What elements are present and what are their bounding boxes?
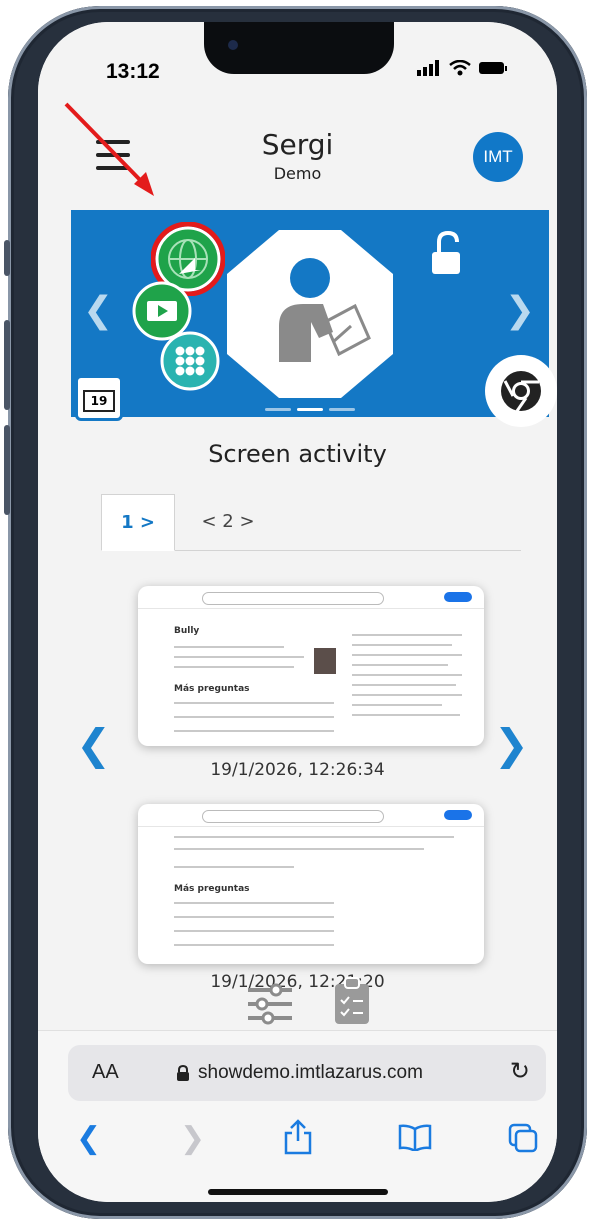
banner-carousel: ❮ ❯ 19 <box>71 210 557 427</box>
avatar[interactable]: IMT <box>473 132 523 182</box>
sliders-icon[interactable] <box>246 982 294 1026</box>
battery-icon <box>479 62 507 74</box>
page-content: Sergi Demo IMT ❮ ❯ 19 Screen activity 1 … <box>38 100 557 1030</box>
reader-text-size-button[interactable]: AA <box>92 1061 119 1084</box>
browser-toolbar: ❮ ❯ <box>38 1119 557 1161</box>
forward-icon[interactable]: ❯ <box>180 1121 205 1156</box>
user-writing-icon <box>227 230 393 398</box>
safari-bottom-bar: AA showdemo.imtlazarus.com ↻ ❮ ❯ <box>38 1030 557 1202</box>
volume-up-button <box>4 320 10 410</box>
screenshot-timestamp: 19/1/2026, 12:26:34 <box>210 760 385 780</box>
section-title: Screen activity <box>208 440 387 468</box>
carousel-indicators <box>71 408 549 411</box>
signal-icon <box>417 60 439 76</box>
tab-page-2[interactable]: < 2 > <box>193 494 263 549</box>
chrome-icon[interactable] <box>485 355 557 427</box>
reload-icon[interactable]: ↻ <box>510 1057 530 1085</box>
carousel-dot-active[interactable] <box>297 408 323 411</box>
tabs-icon[interactable] <box>508 1123 538 1153</box>
screenshot-thumbnail[interactable]: Más preguntas <box>138 804 484 964</box>
bookmarks-icon[interactable] <box>398 1123 432 1151</box>
home-indicator <box>208 1189 388 1195</box>
screenshot-section: Más preguntas <box>174 684 250 694</box>
status-icons <box>417 60 509 76</box>
tab-page-1[interactable]: 1 > <box>101 494 175 551</box>
lock-icon <box>177 1065 189 1081</box>
url-text: showdemo.imtlazarus.com <box>198 1062 423 1083</box>
screenshot-thumbnail[interactable]: Bully Más preguntas <box>138 586 484 746</box>
address-bar[interactable]: AA showdemo.imtlazarus.com ↻ <box>68 1045 546 1101</box>
lock-open-icon <box>432 230 460 274</box>
back-icon[interactable]: ❮ <box>76 1121 101 1156</box>
carousel-next-icon[interactable]: ❯ <box>505 290 535 331</box>
volume-down-button <box>4 425 10 515</box>
camera <box>228 40 238 50</box>
annotation-arrow-icon <box>64 102 154 196</box>
status-time: 13:12 <box>106 60 160 83</box>
carousel-prev-icon[interactable]: ❮ <box>83 290 113 331</box>
tabs: 1 > < 2 > <box>101 494 521 551</box>
url-display[interactable]: showdemo.imtlazarus.com <box>176 1062 486 1084</box>
bottom-action-bar <box>38 977 557 1030</box>
apps-grid-icon[interactable] <box>159 330 221 392</box>
wifi-icon <box>449 60 471 76</box>
calendar-icon[interactable]: 19 <box>75 375 123 421</box>
carousel-dot[interactable] <box>329 408 355 411</box>
side-button <box>4 240 10 276</box>
carousel-dot[interactable] <box>265 408 291 411</box>
share-icon[interactable] <box>283 1119 313 1155</box>
screenshot-heading: Bully <box>174 626 200 636</box>
clipboard-checklist-icon[interactable] <box>332 976 372 1026</box>
notch <box>204 22 394 74</box>
screenshot-section: Más preguntas <box>174 884 250 894</box>
